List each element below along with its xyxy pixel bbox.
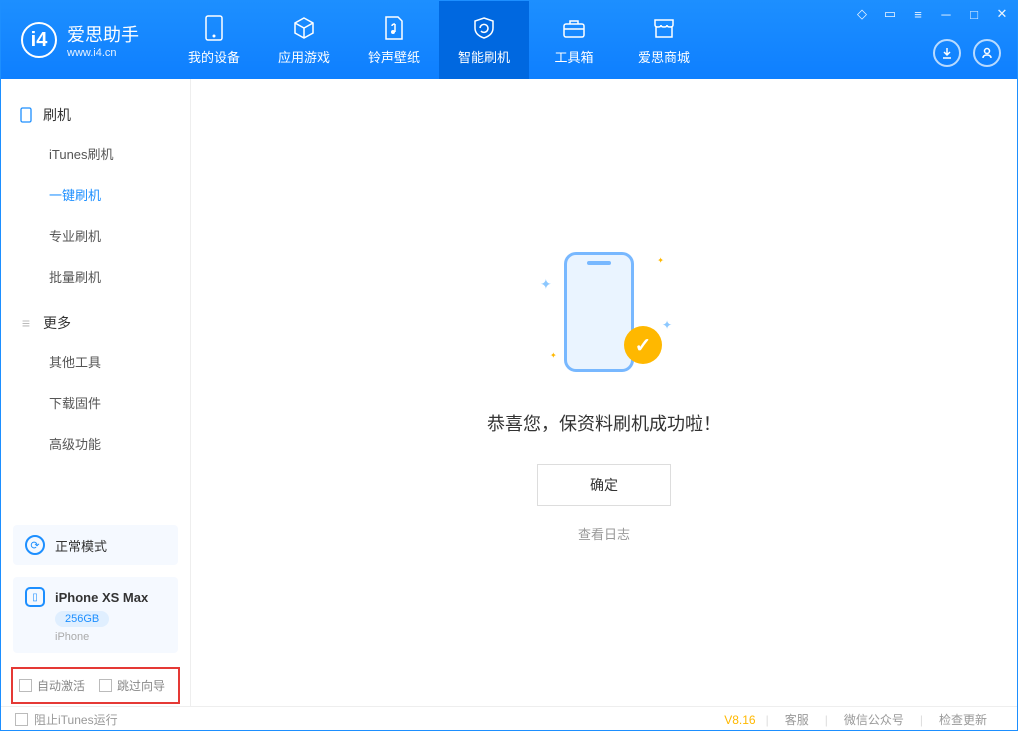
checkbox-row-highlighted: 自动激活 跳过向导 — [11, 667, 180, 704]
skin-icon[interactable]: ◇ — [853, 5, 871, 23]
sidebar: 刷机 iTunes刷机 一键刷机 专业刷机 批量刷机 ≡ 更多 其他工具 下载固… — [1, 79, 191, 706]
sparkle-icon: ✦ — [657, 256, 664, 265]
app-subtitle: www.i4.cn — [67, 47, 139, 59]
user-button[interactable] — [973, 39, 1001, 67]
tab-ringtone-wallpaper[interactable]: 铃声壁纸 — [349, 1, 439, 79]
minimize-button[interactable]: ─ — [937, 5, 955, 23]
checkbox-skip-wizard[interactable]: 跳过向导 — [99, 677, 165, 694]
checkbox-block-itunes[interactable]: 阻止iTunes运行 — [15, 711, 118, 728]
sidebar-item-itunes-flash[interactable]: iTunes刷机 — [1, 133, 190, 174]
sidebar-item-download-firmware[interactable]: 下载固件 — [1, 382, 190, 423]
logo-area: i4 爱思助手 www.i4.cn — [1, 21, 159, 59]
checkbox-icon — [19, 679, 32, 692]
store-icon — [651, 15, 677, 41]
menu-icon[interactable]: ≡ — [909, 5, 927, 23]
close-button[interactable]: ✕ — [993, 5, 1011, 23]
ok-button[interactable]: 确定 — [537, 464, 671, 506]
sparkle-icon: ✦ — [540, 276, 552, 293]
device-name: iPhone XS Max — [55, 590, 148, 605]
sidebar-section-more: ≡ 更多 — [1, 305, 190, 341]
success-message: 恭喜您，保资料刷机成功啦！ — [487, 410, 721, 436]
sidebar-item-advanced[interactable]: 高级功能 — [1, 423, 190, 464]
feedback-icon[interactable]: ▭ — [881, 5, 899, 23]
checkmark-badge-icon: ✓ — [624, 326, 662, 364]
checkbox-icon — [99, 679, 112, 692]
sidebar-item-oneclick-flash[interactable]: 一键刷机 — [1, 174, 190, 215]
list-icon: ≡ — [19, 316, 33, 330]
tab-toolbox[interactable]: 工具箱 — [529, 1, 619, 79]
tab-my-device[interactable]: 我的设备 — [169, 1, 259, 79]
success-illustration: ✦ ✦ ✦ ✦ ✓ — [534, 242, 674, 382]
sidebar-item-batch-flash[interactable]: 批量刷机 — [1, 256, 190, 297]
mode-label: 正常模式 — [55, 536, 107, 555]
device-type: iPhone — [55, 631, 166, 643]
sparkle-icon: ✦ — [550, 351, 557, 360]
checkbox-icon — [15, 713, 28, 726]
status-bar: 阻止iTunes运行 V8.16 | 客服 | 微信公众号 | 检查更新 — [1, 706, 1017, 732]
download-button[interactable] — [933, 39, 961, 67]
tab-apps-games[interactable]: 应用游戏 — [259, 1, 349, 79]
device-icon — [201, 15, 227, 41]
nav-tabs: 我的设备 应用游戏 铃声壁纸 智能刷机 工具箱 爱思商城 — [169, 1, 709, 79]
main-content: ✦ ✦ ✦ ✦ ✓ 恭喜您，保资料刷机成功啦！ 确定 查看日志 — [191, 79, 1017, 706]
footer-link-wechat[interactable]: 微信公众号 — [828, 711, 920, 728]
sparkle-icon: ✦ — [662, 318, 672, 332]
footer-link-support[interactable]: 客服 — [769, 711, 825, 728]
device-storage-badge: 256GB — [55, 611, 109, 627]
app-logo-icon: i4 — [21, 22, 57, 58]
phone-outline-icon — [19, 108, 33, 122]
cube-icon — [291, 15, 317, 41]
maximize-button[interactable]: □ — [965, 5, 983, 23]
sidebar-section-flash: 刷机 — [1, 97, 190, 133]
version-label: V8.16 — [724, 713, 755, 727]
footer-link-update[interactable]: 检查更新 — [923, 711, 1003, 728]
phone-illustration — [564, 252, 634, 372]
device-phone-icon: ▯ — [25, 587, 45, 607]
mode-card[interactable]: ⟳ 正常模式 — [13, 525, 178, 565]
checkbox-auto-activate[interactable]: 自动激活 — [19, 677, 85, 694]
sidebar-item-pro-flash[interactable]: 专业刷机 — [1, 215, 190, 256]
device-card[interactable]: ▯ iPhone XS Max 256GB iPhone — [13, 577, 178, 653]
app-title: 爱思助手 — [67, 21, 139, 47]
app-header: i4 爱思助手 www.i4.cn 我的设备 应用游戏 铃声壁纸 智能刷机 工具… — [1, 1, 1017, 79]
sidebar-item-other-tools[interactable]: 其他工具 — [1, 341, 190, 382]
shield-refresh-icon — [471, 15, 497, 41]
view-log-link[interactable]: 查看日志 — [578, 524, 630, 543]
tab-store[interactable]: 爱思商城 — [619, 1, 709, 79]
tab-smart-flash[interactable]: 智能刷机 — [439, 1, 529, 79]
toolbox-icon — [561, 15, 587, 41]
music-file-icon — [381, 15, 407, 41]
mode-icon: ⟳ — [25, 535, 45, 555]
